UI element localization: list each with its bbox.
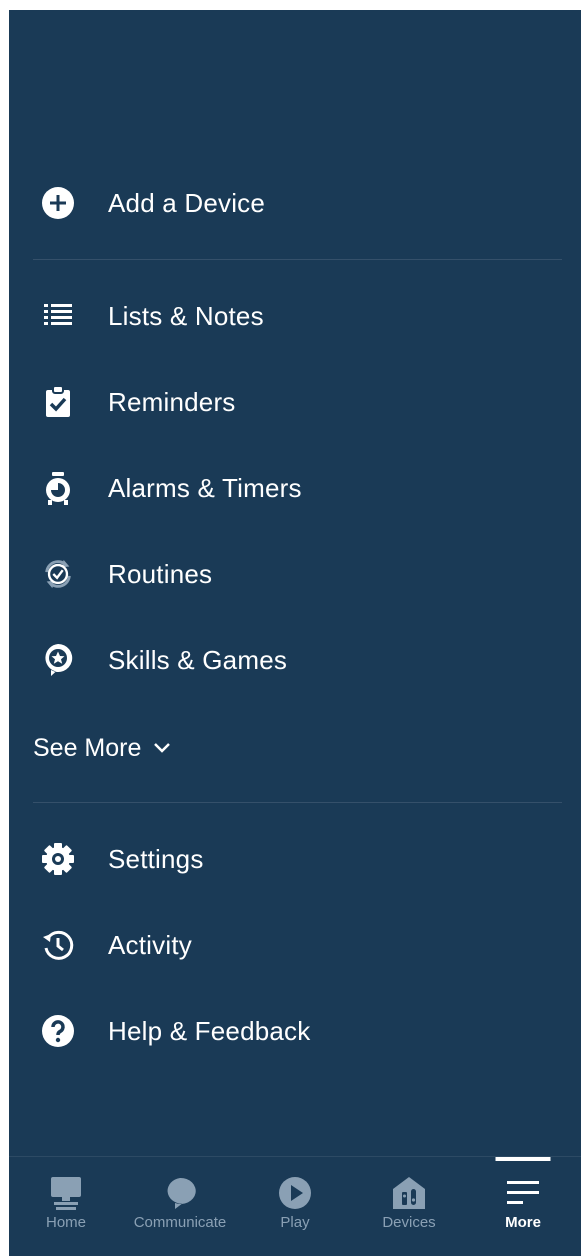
- menu-item-label: Settings: [108, 843, 204, 874]
- alarm-clock-icon: [41, 471, 75, 505]
- menu-item-label: Activity: [108, 929, 192, 960]
- menu-item-add-device[interactable]: Add a Device: [33, 173, 553, 233]
- menu-item-activity[interactable]: Activity: [33, 915, 553, 975]
- menu-item-alarms-timers[interactable]: Alarms & Timers: [33, 458, 553, 518]
- routines-icon: [41, 557, 75, 591]
- menu-item-label: Alarms & Timers: [108, 472, 302, 503]
- help-question-icon: [41, 1014, 75, 1048]
- menu-item-reminders[interactable]: Reminders: [33, 372, 553, 432]
- menu-item-lists-notes[interactable]: Lists & Notes: [33, 286, 553, 346]
- hamburger-menu-icon: [505, 1175, 541, 1211]
- tab-label: More: [505, 1214, 541, 1231]
- skills-bubble-icon: [41, 643, 75, 677]
- divider: [33, 259, 562, 260]
- see-more-toggle[interactable]: See More: [33, 726, 171, 770]
- menu-item-routines[interactable]: Routines: [33, 544, 553, 604]
- plus-circle-icon: [41, 186, 75, 220]
- home-icon: [48, 1175, 84, 1211]
- gear-icon: [41, 842, 75, 876]
- list-icon: [41, 299, 75, 333]
- tab-home[interactable]: Home: [9, 1157, 123, 1256]
- menu-item-label: Routines: [108, 558, 213, 589]
- menu-item-label: Help & Feedback: [108, 1015, 311, 1046]
- active-tab-indicator: [495, 1157, 551, 1161]
- divider: [33, 802, 562, 803]
- menu-item-label: Skills & Games: [108, 644, 288, 675]
- menu-item-help-feedback[interactable]: Help & Feedback: [33, 1001, 553, 1061]
- menu-item-label: Lists & Notes: [108, 300, 264, 331]
- tab-label: Communicate: [133, 1214, 227, 1231]
- play-icon: [277, 1175, 313, 1211]
- devices-home-icon: [391, 1175, 427, 1211]
- menu-item-label: Add a Device: [108, 187, 266, 218]
- tab-play[interactable]: Play: [238, 1157, 352, 1256]
- chevron-down-icon: [153, 739, 171, 757]
- tab-label: Play: [280, 1214, 310, 1231]
- menu-item-skills-games[interactable]: Skills & Games: [33, 630, 553, 690]
- tab-devices[interactable]: Devices: [352, 1157, 466, 1256]
- tab-communicate[interactable]: Communicate: [123, 1157, 237, 1256]
- menu-item-settings[interactable]: Settings: [33, 829, 553, 889]
- more-menu-screen: Add a Device Lists & Notes Reminders Ala…: [9, 10, 581, 1256]
- tab-more[interactable]: More: [466, 1157, 580, 1256]
- bottom-tab-bar: Home Communicate Play Devices More: [9, 1156, 581, 1256]
- speech-bubble-icon: [162, 1175, 198, 1211]
- tab-label: Home: [45, 1214, 86, 1231]
- tab-label: Devices: [382, 1214, 436, 1231]
- menu-item-label: Reminders: [108, 386, 236, 417]
- see-more-label: See More: [33, 733, 142, 762]
- history-icon: [41, 928, 75, 962]
- clipboard-check-icon: [41, 385, 75, 419]
